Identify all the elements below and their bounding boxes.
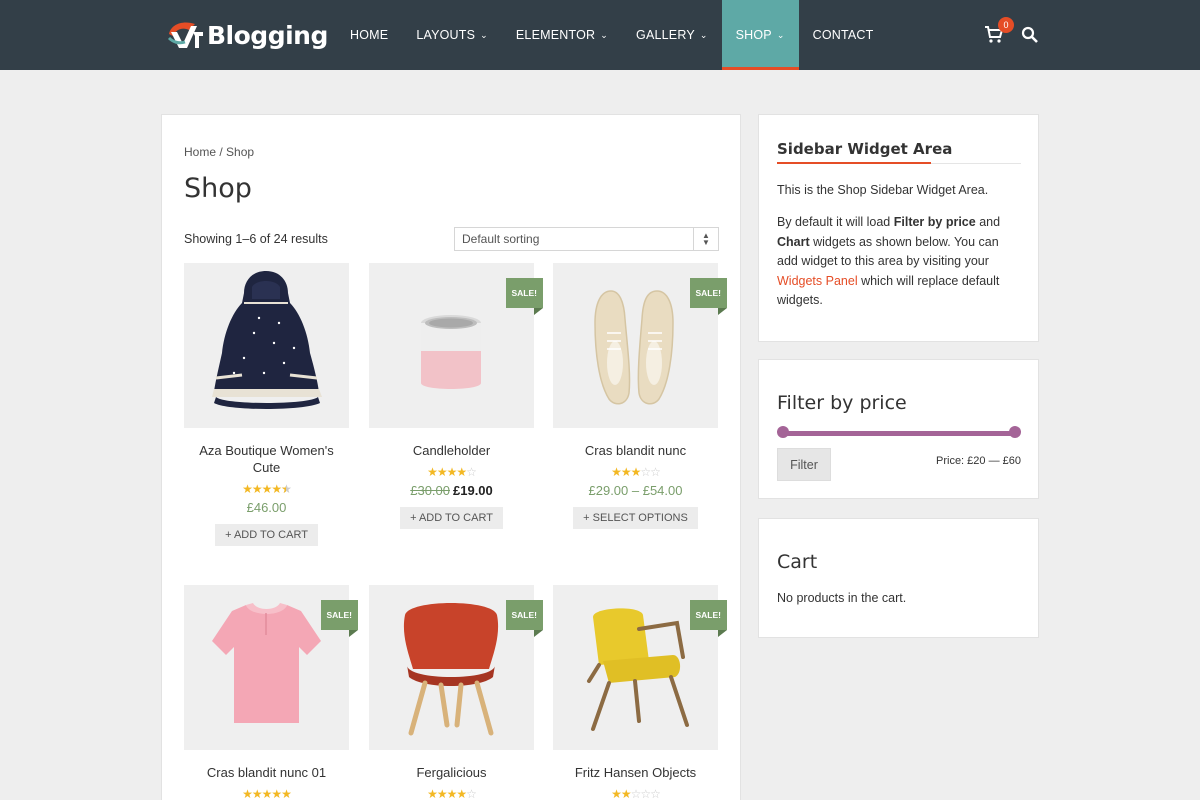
- product-name[interactable]: Fergalicious: [369, 764, 534, 781]
- shop-content: Home / Shop Shop Showing 1–6 of 24 resul…: [161, 114, 741, 800]
- widget-title: Sidebar Widget Area: [777, 140, 953, 158]
- sale-badge: SALE!: [505, 600, 543, 637]
- bold-text: Chart: [777, 234, 810, 249]
- widget-intro: This is the Shop Sidebar Widget Area.: [777, 183, 989, 197]
- cart-empty-text: No products in the cart.: [777, 591, 907, 605]
- text-part: By default it will load: [777, 215, 894, 229]
- product-name[interactable]: Cras blandit nunc: [553, 442, 718, 459]
- page-title: Shop: [184, 173, 252, 204]
- main-nav: HOME LAYOUTS ⌄ ELEMENTOR ⌄ GALLERY ⌄ SHOP ⌄ …: [336, 0, 887, 70]
- product-card[interactable]: Aza Boutique Women's Cute ★★★★★★ £46.00 …: [184, 263, 349, 546]
- product-name[interactable]: Aza Boutique Women's Cute: [184, 442, 349, 476]
- text-part: and: [975, 215, 1001, 229]
- product-price: £46.00: [246, 500, 287, 515]
- dress-image: [212, 271, 322, 409]
- site-logo[interactable]: Blogging: [165, 15, 328, 55]
- cart-count-badge[interactable]: 0: [998, 17, 1014, 33]
- product-name[interactable]: Cras blandit nunc 01: [184, 764, 349, 781]
- chevron-down-icon: ⌄: [776, 29, 785, 40]
- price-range-label: Price: £20 — £60: [936, 455, 1021, 467]
- product-card[interactable]: SALE! Cras blandit nunc 01 ★★★★★: [184, 585, 358, 800]
- product-card[interactable]: SALE! Fergalicious ★★★★☆: [369, 585, 543, 800]
- bold-text: Filter by price: [893, 215, 976, 229]
- breadcrumb[interactable]: Home / Shop: [184, 145, 254, 159]
- filter-button[interactable]: Filter: [777, 448, 831, 481]
- sorting-value: Default sorting: [462, 232, 540, 246]
- nav-item-layouts[interactable]: LAYOUTS ⌄: [402, 0, 502, 70]
- nav-label: ELEMENTOR: [515, 28, 596, 42]
- product-image[interactable]: SALE!: [369, 585, 543, 750]
- product-image[interactable]: SALE!: [184, 585, 358, 750]
- sale-badge: SALE!: [320, 600, 358, 637]
- rating-stars: ★★★★★: [242, 787, 292, 800]
- chevron-down-icon: ⌄: [600, 29, 609, 40]
- product-image[interactable]: SALE!: [553, 263, 727, 428]
- rating-stars: ★★★★★★: [242, 482, 292, 496]
- nav-label: HOME: [350, 28, 389, 42]
- logo-mark-icon: [167, 22, 203, 48]
- price-slider-min-handle[interactable]: [777, 426, 789, 438]
- nav-item-contact[interactable]: CONTACT: [799, 0, 888, 70]
- nav-item-shop[interactable]: SHOP ⌄: [721, 0, 799, 70]
- nav-label: LAYOUTS: [416, 28, 476, 42]
- logo-text: Blogging: [207, 20, 328, 50]
- widget-title: Cart: [777, 551, 818, 573]
- result-count: Showing 1–6 of 24 results: [184, 232, 328, 246]
- chevron-down-icon: ⌄: [699, 29, 708, 40]
- old-price: £30.00: [410, 483, 450, 498]
- add-to-cart-button[interactable]: + ADD TO CART: [215, 524, 318, 546]
- search-icon[interactable]: [1021, 26, 1039, 44]
- cart-widget: Cart No products in the cart.: [758, 518, 1039, 638]
- title-accent: [777, 162, 931, 164]
- widget-title: Filter by price: [777, 392, 907, 414]
- nav-item-home[interactable]: HOME: [336, 0, 402, 70]
- nav-label: CONTACT: [812, 28, 874, 42]
- price-slider-max-handle[interactable]: [1009, 426, 1021, 438]
- product-image[interactable]: SALE!: [553, 585, 727, 750]
- product-name[interactable]: Fritz Hansen Objects: [553, 764, 718, 781]
- product-name[interactable]: Candleholder: [369, 442, 534, 459]
- product-price: £29.00 – £54.00: [588, 483, 683, 498]
- filter-by-price-widget: Filter by price Filter Price: £20 — £60: [758, 359, 1039, 499]
- sale-badge: SALE!: [505, 278, 543, 315]
- select-options-button[interactable]: + SELECT OPTIONS: [573, 507, 698, 529]
- product-image[interactable]: [184, 263, 349, 428]
- widgets-panel-link[interactable]: Widgets Panel: [777, 274, 858, 288]
- site-header: Blogging HOME LAYOUTS ⌄ ELEMENTOR ⌄ GALLER…: [0, 0, 1200, 70]
- sorting-select[interactable]: Default sorting ▲ ▼: [454, 227, 719, 251]
- sidebar-widget-area: Sidebar Widget Area This is the Shop Sid…: [758, 114, 1039, 342]
- widget-description: By default it will load Filter by price …: [777, 213, 1022, 311]
- nav-label: SHOP: [735, 28, 772, 42]
- rating-stars: ★★★☆☆: [611, 465, 661, 479]
- product-card[interactable]: SALE! Fritz Hansen Objects ★★☆☆☆: [553, 585, 727, 800]
- nav-item-gallery[interactable]: GALLERY ⌄: [622, 0, 722, 70]
- chevron-down-icon: ⌄: [480, 29, 488, 40]
- rating-stars: ★★☆☆☆: [611, 787, 661, 800]
- rating-stars: ★★★★☆: [427, 465, 477, 479]
- price-slider-track[interactable]: [781, 431, 1015, 436]
- product-card[interactable]: SALE! Cras blandit nunc ★★★☆☆ £29.00 – £…: [553, 263, 727, 529]
- nav-label: GALLERY: [636, 28, 695, 42]
- text-part: widgets as shown below. You can add widg…: [777, 234, 999, 269]
- sale-badge: SALE!: [689, 278, 727, 315]
- sale-badge: SALE!: [689, 600, 727, 637]
- select-arrows-icon: ▲ ▼: [693, 228, 718, 250]
- product-image[interactable]: SALE!: [369, 263, 543, 428]
- product-price: £30.00 £19.00: [369, 483, 534, 498]
- nav-item-elementor[interactable]: ELEMENTOR ⌄: [502, 0, 622, 70]
- sale-price: £19.00: [453, 483, 493, 498]
- add-to-cart-button[interactable]: + ADD TO CART: [400, 507, 503, 529]
- rating-stars: ★★★★☆: [427, 787, 477, 800]
- product-card[interactable]: SALE! Candleholder ★★★★☆ £30.00 £19.00 + …: [369, 263, 543, 529]
